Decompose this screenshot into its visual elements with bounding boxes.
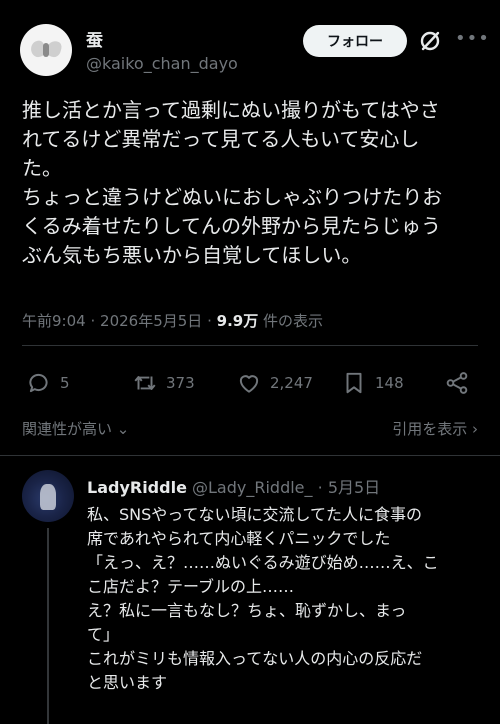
reply-button[interactable]: 5 — [26, 370, 70, 396]
reply-icon — [29, 373, 48, 393]
post-text: 推し活とか言って過剰にぬい撮りがもてはやさ れてるけど異常だって見てる人もいて安… — [22, 98, 443, 267]
meta-separator: · — [90, 312, 96, 330]
like-button[interactable]: 2,247 — [236, 370, 313, 396]
reply-text: 私、SNSやってない頃に交流してた人に食事の 席であれやられて内心軽くパニックで… — [87, 505, 439, 692]
post-date[interactable]: 2026年5月5日 — [100, 312, 202, 330]
bookmark-icon — [346, 372, 362, 394]
post-header: 蚕 @kaiko_chan_dayo フォロー ••• — [0, 0, 500, 90]
sort-dropdown[interactable]: 関連性が高い ⌄ — [22, 418, 129, 439]
share-button[interactable] — [444, 370, 470, 396]
thread-line — [47, 528, 49, 724]
post-meta: 午前9:04 · 2026年5月5日 · 9.9万 件の表示 — [22, 310, 323, 331]
follow-button[interactable]: フォロー — [303, 25, 407, 57]
avatar-figure — [40, 484, 56, 510]
bookmark-button[interactable]: 148 — [341, 370, 404, 396]
author-handle[interactable]: @kaiko_chan_dayo — [86, 54, 238, 73]
quote-label: 引用を表示 — [392, 420, 468, 438]
views-count[interactable]: 9.9万 — [217, 312, 259, 330]
divider — [0, 455, 500, 456]
like-count: 2,247 — [270, 374, 313, 392]
reply-author-name[interactable]: LadyRiddle — [87, 478, 187, 497]
repost-icon — [134, 376, 156, 390]
repost-button[interactable]: 373 — [132, 370, 195, 396]
more-icon[interactable]: ••• — [455, 28, 490, 49]
heart-icon — [239, 375, 259, 393]
meta-separator: · — [317, 478, 323, 497]
share-icon — [446, 372, 468, 394]
reply-author-handle[interactable]: @Lady_Riddle_ — [192, 478, 313, 497]
reply-header: LadyRiddle @Lady_Riddle_ · 5月5日 — [87, 474, 380, 498]
views-label: 件の表示 — [263, 312, 324, 330]
repost-count: 373 — [166, 374, 195, 392]
author-avatar[interactable] — [20, 24, 72, 76]
reply-avatar[interactable] — [22, 470, 74, 522]
sort-label: 関連性が高い — [22, 420, 113, 438]
chevron-right-icon: › — [472, 420, 478, 438]
reply-count: 5 — [60, 374, 70, 392]
action-bar: 5 373 2,247 148 — [0, 370, 500, 404]
post-time[interactable]: 午前9:04 — [22, 312, 86, 330]
bookmark-count: 148 — [375, 374, 404, 392]
chevron-down-icon: ⌄ — [116, 420, 130, 438]
moth-icon — [29, 39, 63, 59]
meta-separator: · — [207, 312, 212, 330]
reply-date[interactable]: 5月5日 — [328, 478, 380, 497]
divider — [22, 345, 478, 346]
view-quotes-link[interactable]: 引用を表示 › — [392, 418, 478, 439]
grok-icon[interactable] — [418, 29, 442, 53]
author-name[interactable]: 蚕 — [86, 26, 103, 51]
